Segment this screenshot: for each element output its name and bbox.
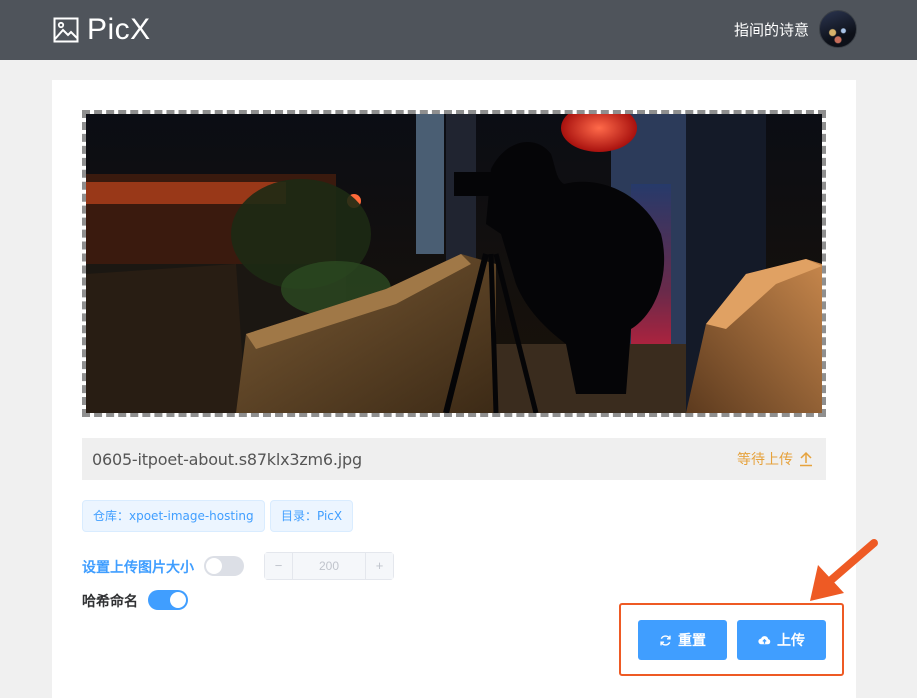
upload-arrow-icon [800, 451, 812, 467]
avatar[interactable] [819, 10, 857, 48]
hash-naming-switch[interactable] [148, 590, 188, 610]
user-menu[interactable]: 指间的诗意 [734, 10, 857, 48]
repo-tag: 仓库：xpoet-image-hosting [82, 500, 265, 532]
switch-knob [170, 592, 186, 608]
user-name: 指间的诗意 [733, 20, 809, 39]
upload-status: 等待上传 [737, 449, 814, 469]
annotation-highlight-box [619, 603, 844, 676]
hash-naming-label: 哈希命名 [82, 594, 138, 610]
size-input[interactable]: 200 [293, 553, 365, 579]
image-icon [53, 17, 79, 43]
decrease-button[interactable]: − [265, 553, 293, 579]
compress-size-label: 设置上传图片大小 [82, 560, 194, 576]
image-drop-area[interactable] [82, 110, 826, 417]
compress-size-switch[interactable] [204, 556, 244, 576]
image-preview [86, 114, 822, 413]
size-stepper[interactable]: − 200 + [264, 552, 394, 580]
status-label: 等待上传 [737, 452, 793, 468]
annotation-arrow-icon [810, 539, 878, 601]
file-info-row: 0605-itpoet-about.s87klx3zm6.jpg 等待上传 [82, 438, 826, 480]
top-bar: PicX 指间的诗意 [0, 0, 917, 60]
increase-button[interactable]: + [365, 553, 393, 579]
app-logo[interactable]: PicX [53, 13, 151, 47]
switch-knob [206, 558, 222, 574]
file-name: 0605-itpoet-about.s87klx3zm6.jpg [92, 450, 362, 469]
app-name: PicX [87, 13, 151, 46]
directory-tag: 目录：PicX [270, 500, 354, 532]
